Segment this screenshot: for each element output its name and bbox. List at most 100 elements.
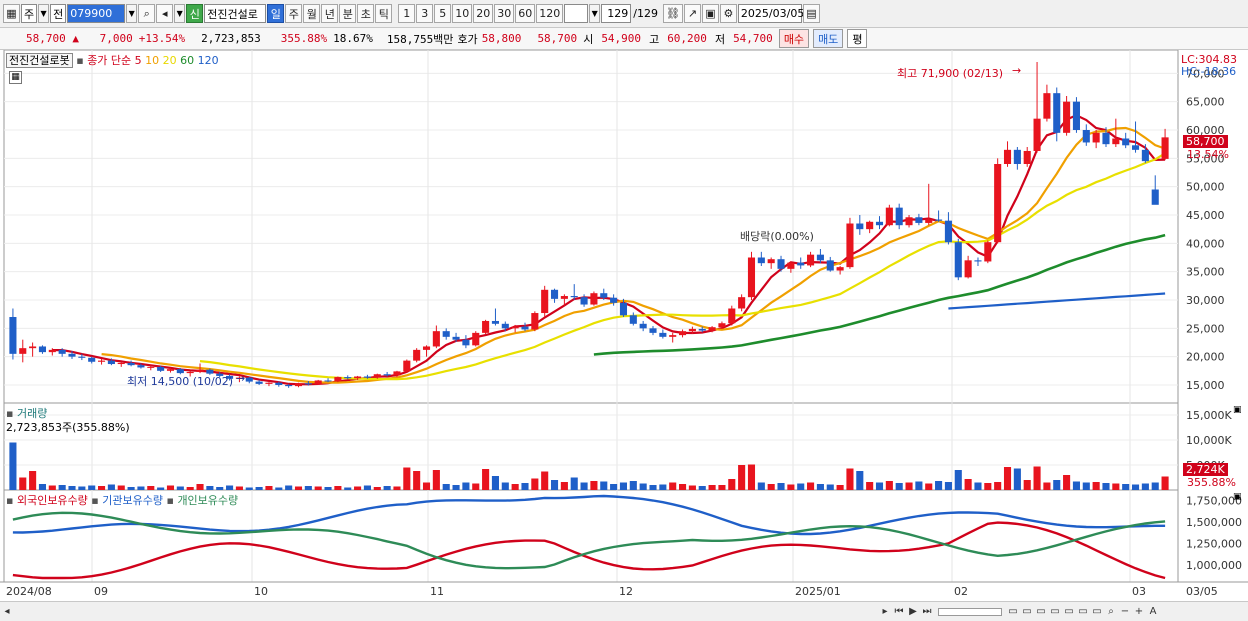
interval-30[interactable]: 30 bbox=[494, 4, 515, 23]
save-icon[interactable]: ▣ bbox=[701, 4, 719, 23]
last-page-icon[interactable]: ⏭ bbox=[920, 605, 934, 619]
tab-period-tick[interactable]: 틱 bbox=[375, 4, 393, 23]
volume-bar bbox=[895, 483, 903, 490]
layout-2-icon[interactable]: ▭ bbox=[1020, 605, 1034, 619]
first-page-icon[interactable]: ⏮ bbox=[892, 605, 906, 619]
tab-period-week[interactable]: 주 bbox=[285, 4, 303, 23]
low-label: 저 bbox=[714, 32, 726, 46]
price-legend: 전진건설로봇 ▪ 종가 단순 5 10 20 60 120 bbox=[6, 52, 219, 68]
volume-bar bbox=[482, 469, 490, 490]
quote-bar: 58,700 ▲ 7,000 +13.54% 2,723,853 355.88%… bbox=[0, 28, 1248, 50]
chart-area[interactable]: 70,000 65,000 60,000 55,000 50,000 45,000 40,0… bbox=[0, 50, 1248, 603]
prev-select[interactable]: 전 bbox=[50, 4, 67, 23]
holding-legend-square-3: ▪ bbox=[166, 494, 178, 507]
volume-bar bbox=[964, 479, 972, 490]
candle-body bbox=[728, 308, 736, 324]
volume-bar bbox=[363, 485, 371, 490]
candle-body bbox=[698, 328, 706, 331]
layout-6-icon[interactable]: ▭ bbox=[1076, 605, 1090, 619]
zoom-icon[interactable]: ⌕ bbox=[1104, 605, 1118, 619]
layout-1-icon[interactable]: ▭ bbox=[1006, 605, 1020, 619]
holding-legend-square-1: ▪ bbox=[6, 494, 17, 507]
tab-period-minute[interactable]: 분 bbox=[339, 4, 357, 23]
volume-close-icon[interactable]: ▣ bbox=[1233, 405, 1242, 415]
search-icon[interactable]: ⌕ bbox=[138, 4, 156, 23]
volume-bar bbox=[767, 484, 775, 490]
zoom-slider[interactable] bbox=[938, 607, 1002, 616]
candle-body bbox=[994, 164, 1002, 243]
interval-60[interactable]: 60 bbox=[515, 4, 536, 23]
volume-bar bbox=[393, 486, 401, 490]
link-icon[interactable]: ⛓ bbox=[662, 4, 683, 23]
date-input[interactable]: 2025/03/05 bbox=[737, 4, 804, 23]
zoom-out-icon[interactable]: − bbox=[1118, 605, 1132, 619]
candle-body bbox=[1023, 150, 1031, 164]
candle-body bbox=[442, 331, 450, 337]
period-select[interactable]: 주 bbox=[21, 4, 38, 23]
up-arrow-icon: ▲ bbox=[65, 32, 86, 45]
play-icon[interactable]: ▶ bbox=[906, 605, 920, 619]
interval-custom-input[interactable] bbox=[564, 4, 589, 23]
holding-close-icon[interactable]: ▣ bbox=[1233, 492, 1242, 502]
volume-ratio: 355.88% bbox=[280, 32, 328, 45]
speaker-icon[interactable]: ◂ bbox=[156, 4, 174, 23]
interval-1[interactable]: 1 bbox=[398, 4, 416, 23]
interval-120[interactable]: 120 bbox=[536, 4, 564, 23]
candle-body bbox=[905, 217, 913, 226]
buy-button[interactable]: 매수 bbox=[778, 29, 810, 48]
candle-body bbox=[1053, 93, 1061, 133]
tab-period-month[interactable]: 월 bbox=[303, 4, 321, 23]
gear-icon[interactable]: ⚙ bbox=[719, 4, 737, 23]
tab-period-second[interactable]: 초 bbox=[357, 4, 375, 23]
dividend-annotation: 배당락(0.00%) bbox=[740, 230, 814, 243]
new-listing-badge: 신 bbox=[186, 4, 204, 23]
calendar-icon[interactable]: ▤ bbox=[802, 4, 820, 23]
code-dropdown-icon[interactable]: ▼ bbox=[126, 4, 138, 23]
interval-20[interactable]: 20 bbox=[473, 4, 494, 23]
chart-svg[interactable]: 70,00065,00060,00055,00050,00045,00040,0… bbox=[0, 50, 1248, 601]
interval-dropdown-icon[interactable]: ▼ bbox=[589, 4, 601, 23]
candle-body bbox=[363, 376, 371, 378]
volume-tick-label: 15,000K bbox=[1186, 409, 1232, 422]
volume-bar bbox=[442, 484, 450, 490]
layout-5-icon[interactable]: ▭ bbox=[1062, 605, 1076, 619]
scroll-right-icon[interactable]: ▸ bbox=[878, 605, 892, 619]
candle-body bbox=[1013, 149, 1021, 164]
scroll-left-icon[interactable]: ◂ bbox=[0, 605, 14, 619]
interval-5[interactable]: 5 bbox=[434, 4, 452, 23]
candle-body bbox=[19, 348, 27, 354]
chevron-down-icon[interactable]: ▼ bbox=[38, 4, 50, 23]
grid-toggle-icon[interactable]: ▦ bbox=[9, 71, 22, 84]
count-input[interactable]: 129 bbox=[601, 4, 632, 23]
candle-body bbox=[1082, 130, 1090, 143]
volume-bar bbox=[777, 483, 785, 490]
candle-body bbox=[137, 365, 145, 368]
high-arrow-icon: → bbox=[1012, 64, 1022, 77]
interval-3[interactable]: 3 bbox=[416, 4, 434, 23]
volume-bar bbox=[708, 485, 716, 490]
speaker-dropdown-icon[interactable]: ▼ bbox=[174, 4, 186, 23]
candle-body bbox=[974, 260, 982, 262]
tab-period-day[interactable]: 일 bbox=[267, 4, 285, 23]
candle-body bbox=[511, 326, 519, 329]
layout-4-icon[interactable]: ▭ bbox=[1048, 605, 1062, 619]
candle-body bbox=[688, 328, 696, 332]
bottom-scrollbar[interactable]: ◂ ▸ ⏮ ▶ ⏭ ▭ ▭ ▭ ▭ ▭ ▭ ▭ ⌕ − + A bbox=[0, 601, 1248, 621]
sell-button[interactable]: 매도 bbox=[813, 29, 844, 48]
volume-bar bbox=[649, 485, 657, 490]
layout-7-icon[interactable]: ▭ bbox=[1090, 605, 1104, 619]
candle-body bbox=[403, 360, 411, 372]
font-size-icon[interactable]: A bbox=[1146, 605, 1160, 619]
layout-3-icon[interactable]: ▭ bbox=[1034, 605, 1048, 619]
chart-menu-icon[interactable]: ▦ bbox=[3, 4, 20, 23]
low-arrow-icon: → bbox=[236, 372, 246, 385]
draw-tool-icon[interactable]: ↗ bbox=[683, 4, 701, 23]
tab-period-year[interactable]: 년 bbox=[321, 4, 339, 23]
volume-bar bbox=[334, 486, 342, 490]
volume-bar bbox=[501, 482, 509, 490]
price-tick-label: 25,000 bbox=[1186, 322, 1225, 335]
eval-button[interactable]: 평 bbox=[847, 29, 868, 48]
interval-10[interactable]: 10 bbox=[452, 4, 473, 23]
stock-code-input[interactable]: 079900 bbox=[67, 4, 126, 23]
zoom-in-icon[interactable]: + bbox=[1132, 605, 1146, 619]
